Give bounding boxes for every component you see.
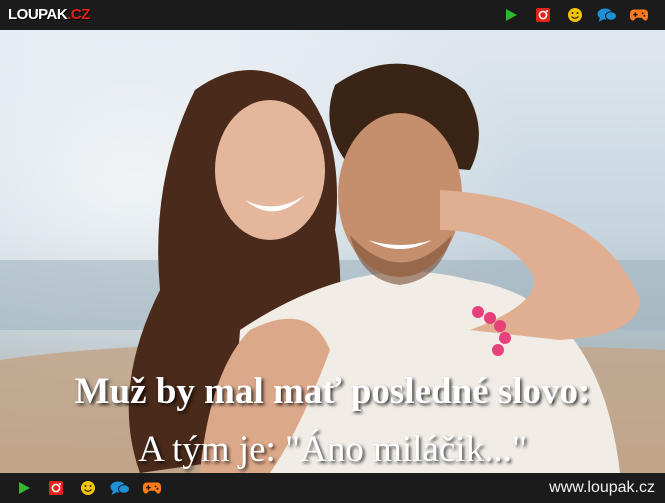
play-icon[interactable] xyxy=(14,478,34,498)
gamepad-icon[interactable] xyxy=(142,478,162,498)
bottom-icon-group xyxy=(8,478,168,498)
site-url-link[interactable]: www.loupak.cz xyxy=(549,479,655,497)
gamepad-icon[interactable] xyxy=(629,5,649,25)
bottom-bar: www.loupak.cz xyxy=(0,473,665,503)
chat-icon[interactable] xyxy=(110,478,130,498)
play-icon[interactable] xyxy=(501,5,521,25)
instagram-icon[interactable] xyxy=(46,478,66,498)
meme-caption-line2: A tým je: "Áno miláčik..." xyxy=(138,429,527,470)
meme-photo: Muž by mal mať posledné slovo: A tým je:… xyxy=(0,30,665,473)
smiley-icon[interactable] xyxy=(78,478,98,498)
instagram-icon[interactable] xyxy=(533,5,553,25)
chat-icon[interactable] xyxy=(597,5,617,25)
top-bar: LOUPAK.CZ xyxy=(0,0,665,30)
top-icon-group xyxy=(495,5,655,25)
loupak-logo[interactable]: LOUPAK.CZ xyxy=(8,6,90,23)
smiley-icon[interactable] xyxy=(565,5,585,25)
logo-main: LOUPAK xyxy=(8,6,68,23)
meme-caption-line1: Muž by mal mať posledné slovo: xyxy=(74,371,591,412)
logo-tld: .CZ xyxy=(67,6,90,23)
